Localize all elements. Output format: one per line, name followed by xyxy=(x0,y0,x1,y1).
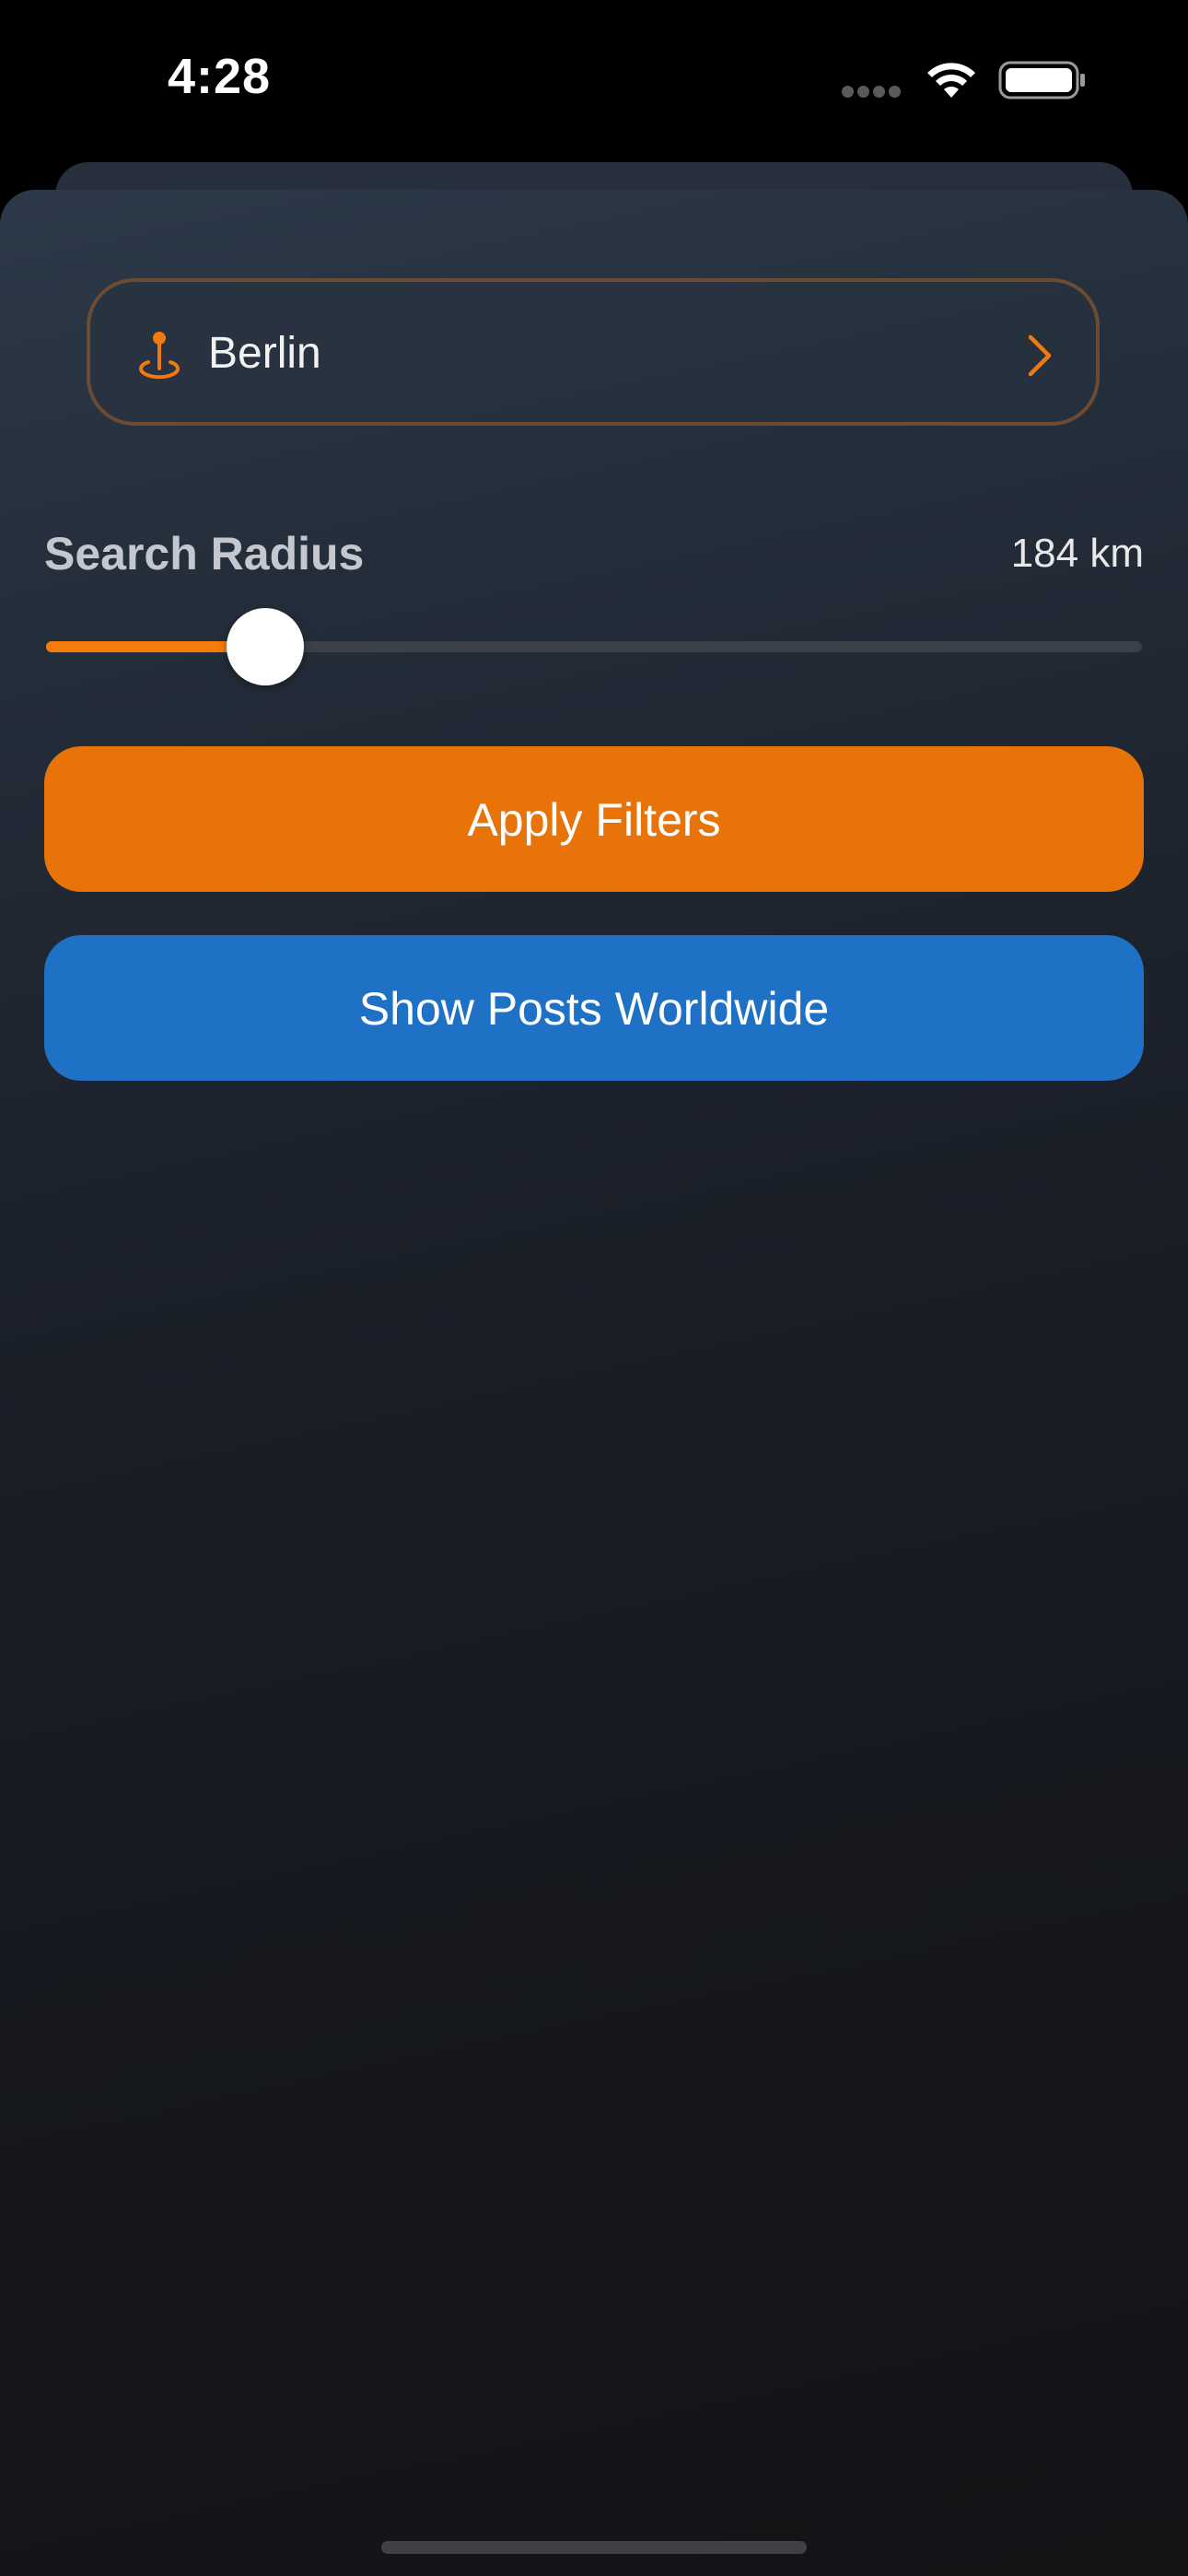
wifi-icon xyxy=(927,63,975,98)
search-radius-label: Search Radius xyxy=(44,528,365,580)
slider-thumb[interactable] xyxy=(227,608,304,685)
status-bar: 4:28 xyxy=(0,0,1188,166)
location-selector[interactable]: Berlin xyxy=(87,278,1100,426)
apply-filters-button[interactable]: Apply Filters xyxy=(44,746,1144,892)
cellular-signal-icon xyxy=(842,86,906,99)
battery-icon xyxy=(998,61,1085,100)
show-posts-worldwide-button[interactable]: Show Posts Worldwide xyxy=(44,935,1144,1081)
home-indicator xyxy=(381,2541,807,2554)
search-radius-value: 184 km xyxy=(1010,531,1144,576)
location-value: Berlin xyxy=(208,329,321,378)
location-pin-icon xyxy=(139,332,180,380)
filter-screen: 4:28 Berlin Search Radius 184 km Apply F… xyxy=(0,0,1188,2576)
search-radius-slider[interactable] xyxy=(46,608,1142,685)
chevron-right-icon xyxy=(1028,334,1052,377)
status-time: 4:28 xyxy=(168,49,272,104)
